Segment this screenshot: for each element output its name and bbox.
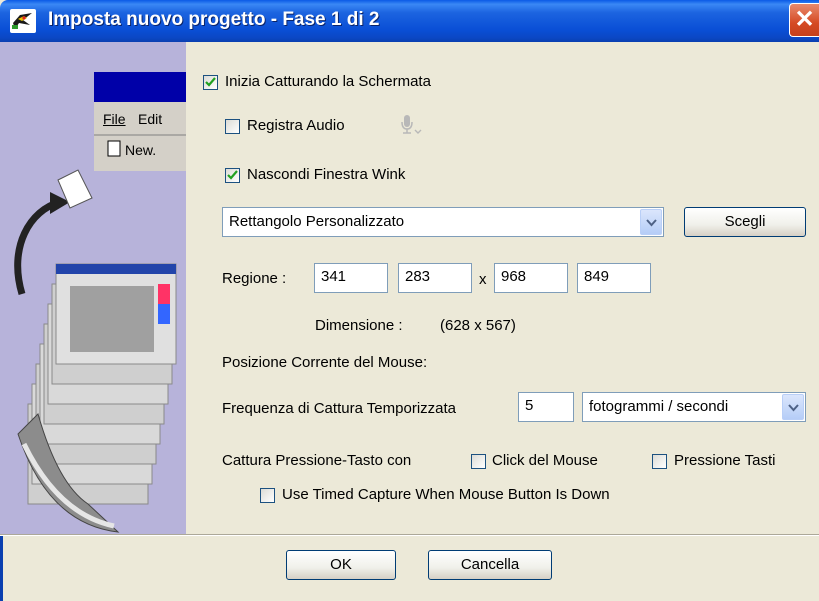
- choose-button[interactable]: Scegli: [684, 207, 806, 237]
- window-title: Imposta nuovo progetto - Fase 1 di 2: [48, 9, 380, 30]
- check-icon: [227, 170, 238, 180]
- start-capture-checkbox[interactable]: [203, 75, 218, 90]
- key-press-label: Pressione Tasti: [674, 452, 776, 469]
- hide-window-checkbox[interactable]: [225, 168, 240, 183]
- capture-rate-label: Frequenza di Cattura Temporizzata: [222, 400, 457, 417]
- timed-capture-label: Use Timed Capture When Mouse Button Is D…: [282, 486, 610, 503]
- check-icon: [205, 77, 216, 87]
- region-type-select[interactable]: Rettangolo Personalizzato: [222, 207, 664, 237]
- chevron-down-icon[interactable]: [782, 394, 804, 420]
- region-label: Regione :: [222, 270, 287, 287]
- microphone-icon[interactable]: [399, 113, 427, 137]
- capture-rate-unit-select[interactable]: fotogrammi / secondi: [582, 392, 806, 422]
- mouse-click-label: Click del Mouse: [492, 452, 598, 469]
- cancel-button[interactable]: Cancella: [428, 550, 552, 580]
- keypress-label: Cattura Pressione-Tasto con: [222, 452, 412, 469]
- record-audio-label: Registra Audio: [247, 117, 345, 134]
- hide-window-label: Nascondi Finestra Wink: [247, 166, 406, 183]
- dimension-label: Dimensione :: [315, 317, 403, 334]
- side-illustration: File Edit New.: [0, 42, 186, 534]
- menu-edit-preview: Edit: [138, 111, 163, 127]
- menu-new-preview: New.: [125, 142, 157, 158]
- key-press-checkbox[interactable]: [652, 454, 667, 469]
- dimension-value: (628 x 567): [440, 317, 516, 334]
- region-separator: x: [479, 271, 487, 288]
- record-audio-checkbox[interactable]: [225, 119, 240, 134]
- options-panel: Inizia Catturando la Schermata Registra …: [186, 42, 819, 534]
- mouse-click-checkbox[interactable]: [471, 454, 486, 469]
- wink-app-icon: [10, 9, 36, 33]
- dialog-window: Imposta nuovo progetto - Fase 1 di 2 ✕ F…: [0, 0, 819, 601]
- region-y2-input[interactable]: 849: [577, 263, 651, 293]
- timed-capture-checkbox[interactable]: [260, 488, 275, 503]
- region-type-value: Rettangolo Personalizzato: [229, 213, 405, 230]
- start-capture-label: Inizia Catturando la Schermata: [225, 73, 431, 90]
- capture-rate-input[interactable]: 5: [518, 392, 574, 422]
- region-y1-input[interactable]: 283: [398, 263, 472, 293]
- chevron-down-icon[interactable]: [640, 209, 662, 235]
- mouse-position-label: Posizione Corrente del Mouse:: [222, 354, 428, 371]
- close-icon: ✕: [794, 6, 815, 33]
- region-x2-input[interactable]: 968: [494, 263, 568, 293]
- ok-button[interactable]: OK: [286, 550, 396, 580]
- menu-file-preview: File: [103, 111, 126, 127]
- capture-rate-unit-value: fotogrammi / secondi: [589, 398, 729, 415]
- title-bar[interactable]: Imposta nuovo progetto - Fase 1 di 2 ✕: [0, 0, 819, 42]
- footer-divider: [0, 534, 819, 536]
- region-x1-input[interactable]: 341: [314, 263, 388, 293]
- close-button[interactable]: ✕: [789, 3, 819, 37]
